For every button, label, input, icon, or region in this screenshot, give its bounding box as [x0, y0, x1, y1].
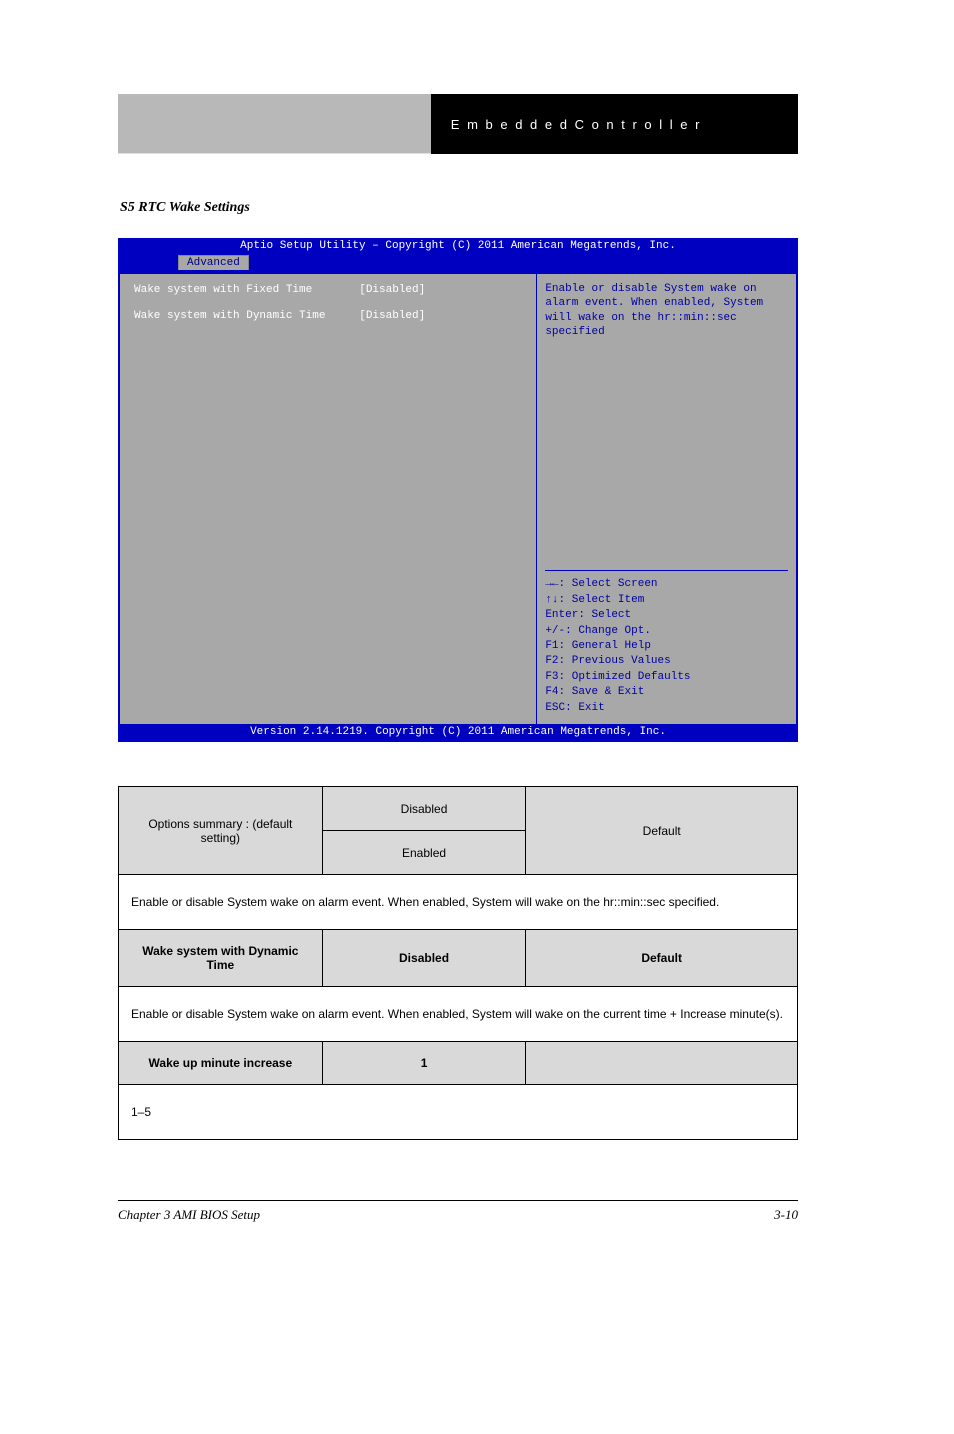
hdr-enabled: Enabled	[322, 831, 526, 875]
bios-help-text: Enable or disable System wake on alarm e…	[545, 282, 788, 570]
section-title-row: S5 RTC Wake Settings	[120, 200, 820, 216]
bios-key-line: →←: Select Screen	[545, 577, 788, 592]
table-row: 1–5	[119, 1085, 798, 1140]
section-title-left: S5 RTC Wake Settings	[120, 200, 250, 216]
row2-col3	[526, 1042, 798, 1085]
bios-tab-advanced[interactable]: Advanced	[178, 255, 249, 270]
row2-col2: 1	[322, 1042, 526, 1085]
bios-key-line: ↑↓: Select Item	[545, 593, 788, 608]
row2-desc: 1–5	[119, 1085, 798, 1140]
bios-key-line: ESC: Exit	[545, 701, 788, 716]
row1-desc: Enable or disable System wake on alarm e…	[119, 987, 798, 1042]
bios-key-help: →←: Select Screen ↑↓: Select Item Enter:…	[545, 570, 788, 716]
bios-title: Aptio Setup Utility – Copyright (C) 2011…	[118, 238, 798, 256]
bios-main-panel: Wake system with Fixed Time [Disabled] W…	[120, 274, 536, 724]
footer-page-number: 3-10	[774, 1207, 798, 1223]
bios-key-line: Enter: Select	[545, 608, 788, 623]
bios-row-label: Wake system with Dynamic Time	[134, 310, 359, 322]
table-header-row: Options summary : (default setting) Disa…	[119, 787, 798, 831]
row1-col3: Default	[526, 930, 798, 987]
bios-body: Wake system with Fixed Time [Disabled] W…	[118, 274, 798, 724]
bios-row-value: [Disabled]	[359, 310, 425, 322]
bios-key-line: +/-: Change Opt.	[545, 624, 788, 639]
bios-row-fixed-time[interactable]: Wake system with Fixed Time [Disabled]	[134, 284, 522, 296]
bios-tabbar: Advanced	[118, 256, 798, 274]
table-row: Enable or disable System wake on alarm e…	[119, 875, 798, 930]
row0-desc: Enable or disable System wake on alarm e…	[119, 875, 798, 930]
bios-key-line: F3: Optimized Defaults	[545, 670, 788, 685]
footer-chapter: Chapter 3 AMI BIOS Setup	[118, 1207, 774, 1223]
options-table: Options summary : (default setting) Disa…	[118, 786, 798, 1140]
bios-key-line: F1: General Help	[545, 639, 788, 654]
bios-side-panel: Enable or disable System wake on alarm e…	[536, 274, 796, 724]
hdr-disabled: Disabled	[322, 787, 526, 831]
bios-row-value: [Disabled]	[359, 284, 425, 296]
table-row: Wake system with Dynamic Time Disabled D…	[119, 930, 798, 987]
bios-footer: Version 2.14.1219. Copyright (C) 2011 Am…	[118, 724, 798, 742]
row1-label: Wake system with Dynamic Time	[119, 930, 323, 987]
header-right-title: E m b e d d e d C o n t r o l l e r	[431, 94, 798, 154]
header-left-plate	[118, 94, 431, 154]
row1-col2: Disabled	[322, 930, 526, 987]
bios-row-dynamic-time[interactable]: Wake system with Dynamic Time [Disabled]	[134, 310, 522, 322]
bios-key-line: F4: Save & Exit	[545, 685, 788, 700]
table-row: Enable or disable System wake on alarm e…	[119, 987, 798, 1042]
hdr-option: Options summary : (default setting)	[119, 787, 323, 875]
row2-label: Wake up minute increase	[119, 1042, 323, 1085]
bios-help-paragraph: Enable or disable System wake on alarm e…	[545, 282, 788, 339]
bios-row-label: Wake system with Fixed Time	[134, 284, 359, 296]
page-footer: Chapter 3 AMI BIOS Setup 3-10	[118, 1200, 798, 1223]
header-product-line: E m b e d d e d C o n t r o l l e r	[451, 117, 702, 132]
table-row: Wake up minute increase 1	[119, 1042, 798, 1085]
bios-screenshot: Aptio Setup Utility – Copyright (C) 2011…	[118, 238, 798, 742]
page-header: E m b e d d e d C o n t r o l l e r	[118, 94, 798, 154]
hdr-default: Default	[526, 787, 798, 875]
bios-key-line: F2: Previous Values	[545, 654, 788, 669]
